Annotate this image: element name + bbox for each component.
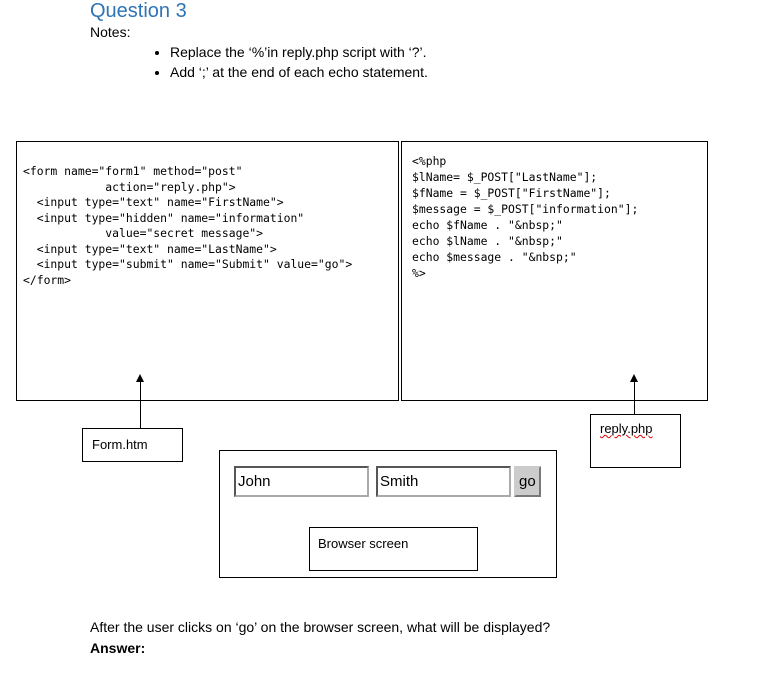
- php-label-box: reply.php: [590, 414, 681, 468]
- php-code-box: <%php $lName= $_POST["LastName"]; $fName =…: [401, 141, 708, 401]
- form-code-box: <form name="form1" method="post" action=…: [16, 141, 399, 401]
- answer-label: Answer:: [90, 640, 146, 656]
- note-item: Add ‘;’ at the end of each echo statemen…: [170, 62, 428, 82]
- code-line: <input type="submit" name="Submit" value…: [23, 257, 353, 271]
- code-line: %>: [412, 266, 426, 280]
- go-button[interactable]: go: [514, 466, 541, 497]
- form-code: <form name="form1" method="post" action=…: [23, 164, 352, 288]
- notes-list: Replace the ‘%’in reply.php script with …: [150, 42, 428, 82]
- php-label: reply.php: [600, 421, 653, 436]
- last-name-input[interactable]: [376, 466, 511, 497]
- code-line: echo $lName . "&nbsp;": [412, 234, 563, 248]
- arrow-line: [634, 380, 635, 414]
- notes-label: Notes:: [90, 24, 131, 40]
- code-line: <input type="hidden" name="information": [23, 210, 305, 225]
- code-line: action="reply.php">: [23, 179, 236, 194]
- code-line: echo $fName . "&nbsp;": [412, 218, 563, 232]
- form-label: Form.htm: [92, 437, 148, 452]
- arrow-line: [140, 380, 141, 428]
- code-line: $lName= $_POST["LastName"];: [412, 170, 598, 184]
- code-line: </form>: [23, 272, 72, 287]
- code-line: <input type="text" name="LastName">: [23, 241, 277, 256]
- code-line: <%php: [412, 154, 447, 168]
- browser-label-box: Browser screen: [309, 527, 478, 571]
- note-item: Replace the ‘%’in reply.php script with …: [170, 42, 428, 62]
- form-label-box: Form.htm: [82, 428, 183, 462]
- browser-label: Browser screen: [318, 536, 409, 551]
- code-line: $message = $_POST["information"];: [412, 202, 639, 216]
- code-line: $fName = $_POST["FirstName"];: [412, 186, 611, 200]
- code-line: echo $message . "&nbsp;": [412, 250, 577, 264]
- page-title: Question 3: [90, 0, 187, 22]
- browser-screen: go Browser screen: [219, 450, 557, 578]
- code-line: <form name="form1" method="post": [23, 164, 243, 178]
- question-text: After the user clicks on ‘go’ on the bro…: [90, 619, 551, 635]
- code-line: <input type="text" name="FirstName">: [23, 195, 284, 209]
- code-line: value="secret message">: [23, 226, 264, 240]
- first-name-input[interactable]: [234, 466, 369, 497]
- php-code: <%php $lName= $_POST["LastName"]; $fName =…: [412, 153, 638, 281]
